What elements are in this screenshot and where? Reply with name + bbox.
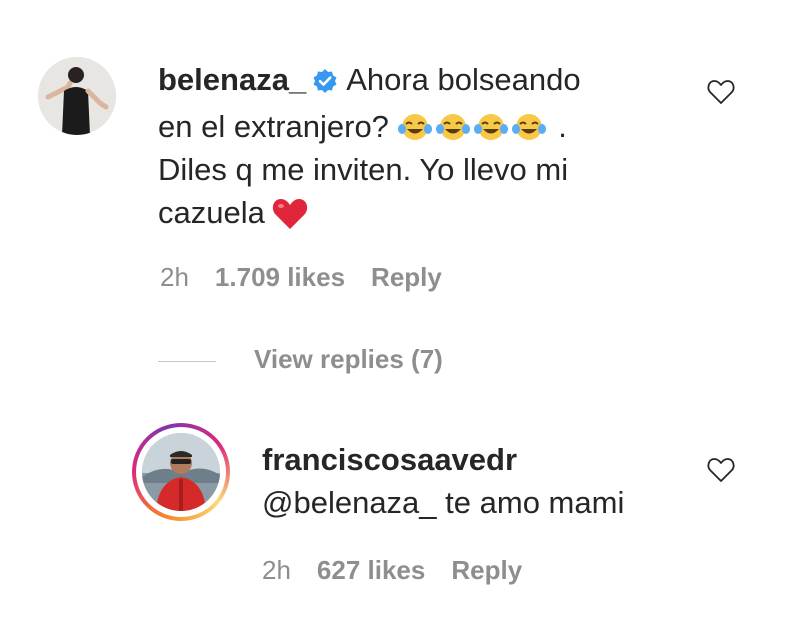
tears-of-joy-emoji-icon bbox=[511, 110, 546, 140]
profile-photo bbox=[142, 433, 220, 511]
avatar-story-ring[interactable] bbox=[132, 423, 230, 521]
replies-divider bbox=[158, 361, 216, 362]
red-heart-emoji-icon bbox=[271, 197, 309, 231]
ring-gap bbox=[136, 427, 226, 517]
comment-2: franciscosaavedr @belenaza_ te amo mami bbox=[262, 438, 722, 524]
tears-of-joy-emoji-icon bbox=[473, 110, 508, 140]
view-replies-button[interactable]: View replies (7) bbox=[254, 344, 443, 375]
comment-timestamp: 2h bbox=[262, 555, 291, 585]
comment-username[interactable]: belenaza_ bbox=[158, 62, 306, 97]
like-heart-icon[interactable] bbox=[706, 456, 736, 489]
reply-button[interactable]: Reply bbox=[371, 262, 442, 292]
comment-text-line: Diles q me inviten. Yo llevo mi bbox=[158, 152, 569, 187]
like-heart-icon[interactable] bbox=[706, 78, 736, 111]
comment-1: belenaza_ Ahora bolseando en el extranje… bbox=[158, 58, 658, 234]
likes-count-link[interactable]: 627 likes bbox=[317, 555, 425, 585]
comment-text-line: cazuela bbox=[158, 195, 265, 230]
mention-link[interactable]: @belenaza_ bbox=[262, 485, 437, 520]
tears-of-joy-emoji-icon bbox=[435, 110, 470, 140]
tears-of-joy-emoji-icon bbox=[397, 110, 432, 140]
comment-text-line: en el extranjero? bbox=[158, 109, 389, 144]
comment-timestamp: 2h bbox=[160, 262, 189, 292]
comment-text-line: Ahora bolseando bbox=[346, 62, 581, 97]
comment-text-line: te amo mami bbox=[445, 485, 625, 520]
avatar-belenaza[interactable] bbox=[38, 57, 116, 135]
avatar-franciscosaavedr[interactable] bbox=[142, 433, 220, 511]
comment-meta: 2h 627 likes Reply bbox=[262, 555, 548, 586]
reply-button[interactable]: Reply bbox=[451, 555, 522, 585]
verified-badge-icon bbox=[312, 62, 338, 105]
profile-photo bbox=[38, 57, 116, 135]
likes-count-link[interactable]: 1.709 likes bbox=[215, 262, 345, 292]
comment-text-line: . bbox=[558, 109, 567, 144]
comment-meta: 2h 1.709 likes Reply bbox=[160, 262, 468, 293]
comment-username[interactable]: franciscosaavedr bbox=[262, 442, 517, 477]
